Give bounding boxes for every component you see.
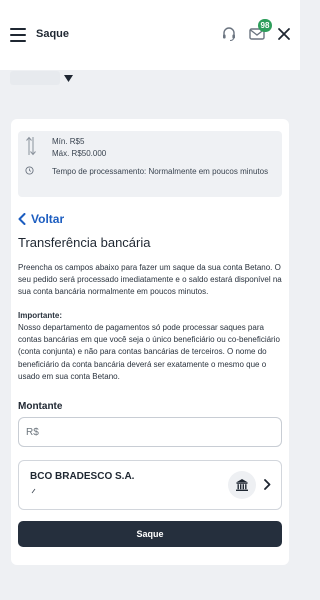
bank-account-selector[interactable]: BCO BRADESCO S.A. xyxy=(18,460,282,510)
chevron-left-icon xyxy=(18,213,26,225)
amount-input[interactable] xyxy=(18,417,282,447)
max-limit: Máx. R$50.000 xyxy=(52,149,107,158)
chevron-right-icon xyxy=(264,479,271,490)
intro-text: Preencha os campos abaixo para fazer um … xyxy=(18,263,282,297)
important-heading: Importante: xyxy=(18,311,62,320)
important-text: Nosso departamento de pagamentos só pode… xyxy=(18,323,280,381)
amount-label: Montante xyxy=(18,401,63,412)
account-selector-value xyxy=(10,71,60,85)
headset-icon[interactable] xyxy=(221,26,237,42)
bank-icon-badge xyxy=(228,471,256,499)
up-down-arrows-icon xyxy=(26,136,36,156)
min-limit: Mín. R$5 xyxy=(52,137,85,146)
bank-name: BCO BRADESCO S.A. xyxy=(30,471,135,482)
notification-badge: 98 xyxy=(258,19,272,32)
back-link[interactable]: Voltar xyxy=(18,210,64,228)
withdraw-button[interactable]: Saque xyxy=(18,521,282,547)
close-icon[interactable] xyxy=(277,27,291,41)
back-label: Voltar xyxy=(31,212,65,226)
processing-time: Tempo de processamento: Normalmente em p… xyxy=(52,167,269,176)
section-title: Transferência bancária xyxy=(18,235,151,250)
page-title: Saque xyxy=(36,28,70,40)
top-header: Saque 98 xyxy=(0,0,300,70)
hamburger-icon[interactable] xyxy=(10,28,26,42)
caret-down-icon[interactable] xyxy=(64,75,73,82)
account-detail-mark xyxy=(31,488,36,494)
bank-building-icon xyxy=(236,479,248,491)
